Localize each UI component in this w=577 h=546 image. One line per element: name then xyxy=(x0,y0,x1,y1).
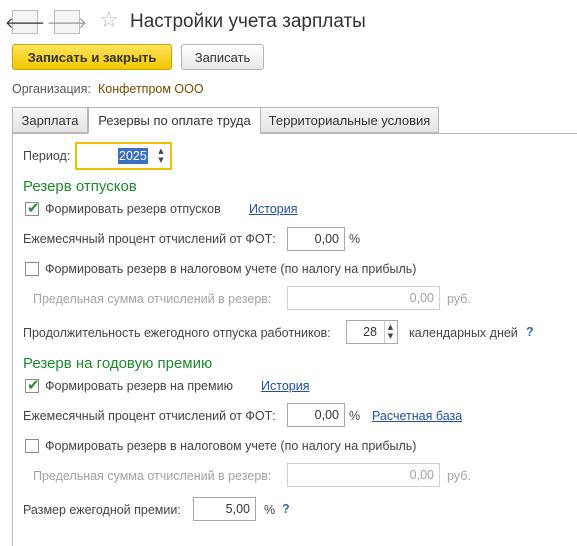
duration-spinner[interactable]: ▲ ▼ xyxy=(384,321,396,343)
bonus-history-link[interactable]: История xyxy=(261,379,309,393)
checkmark-icon: ✔ xyxy=(27,199,40,217)
bonus-tax-label: Формировать резерв в налоговом учете (по… xyxy=(45,439,417,453)
bonus-limit-input[interactable]: 0,00 xyxy=(287,463,440,487)
bonus-reserve-label: Формировать резерв на премию xyxy=(45,379,233,393)
organization-label: Организация: xyxy=(12,82,91,96)
period-spinner[interactable]: ▲ ▼ xyxy=(155,145,167,167)
vacation-percent-label: Ежемесячный процент отчислений от ФОТ: xyxy=(23,232,276,246)
bonus-limit-value: 0,00 xyxy=(409,468,434,482)
vacation-reserve-label: Формировать резерв отпусков xyxy=(45,202,221,216)
tab-salary[interactable]: Зарплата xyxy=(12,107,88,133)
spin-down-icon: ▼ xyxy=(158,156,164,164)
bonus-size-unit: % xyxy=(264,503,276,517)
bonus-tax-checkbox[interactable] xyxy=(25,439,39,453)
vacation-duration-input[interactable]: 28 ▲ ▼ xyxy=(346,320,398,344)
vacation-limit-value: 0,00 xyxy=(409,291,434,305)
bonus-percent-unit: % xyxy=(349,409,361,423)
checkmark-icon: ✔ xyxy=(27,376,40,394)
bonus-size-label: Размер ежегодной премии: xyxy=(23,503,181,517)
arrow-right-icon: 🡒 xyxy=(46,13,88,32)
arrow-left-icon: 🡐 xyxy=(4,13,46,32)
spin-up-icon: ▲ xyxy=(387,323,394,331)
organization-value: Конфетпром ООО xyxy=(98,82,204,96)
favorite-star-icon[interactable]: ☆ xyxy=(99,9,119,33)
vacation-tax-label: Формировать резерв в налоговом учете (по… xyxy=(45,262,417,276)
vacation-limit-unit: руб. xyxy=(447,292,471,306)
vacation-duration-unit: календарных дней xyxy=(409,326,518,340)
tab-reserves[interactable]: Резервы по оплате труда xyxy=(88,107,261,134)
bonus-percent-input[interactable]: 0,00 xyxy=(287,403,345,427)
bonus-section-title: Резерв на годовую премию xyxy=(23,355,213,372)
vacation-percent-unit: % xyxy=(349,232,361,246)
vacation-duration-value: 28 xyxy=(363,325,377,339)
vacation-limit-label: Предельная сумма отчислений в резерв: xyxy=(33,292,272,306)
spin-up-icon: ▲ xyxy=(158,147,164,155)
vacation-percent-value: 0,00 xyxy=(314,232,339,246)
bonus-size-input[interactable]: 5,00 xyxy=(193,497,256,521)
bonus-percent-label: Ежемесячный процент отчислений от ФОТ: xyxy=(23,409,276,423)
bonus-limit-unit: руб. xyxy=(447,469,471,483)
save-and-close-button[interactable]: Записать и закрыть xyxy=(12,44,172,70)
bonus-limit-label: Предельная сумма отчислений в резерв: xyxy=(33,469,272,483)
vacation-reserve-checkbox[interactable]: ✔ xyxy=(25,199,40,217)
calculation-base-link[interactable]: Расчетная база xyxy=(372,409,462,423)
bonus-percent-value: 0,00 xyxy=(314,408,339,422)
vacation-percent-input[interactable]: 0,00 xyxy=(287,227,345,251)
bonus-reserve-checkbox[interactable]: ✔ xyxy=(25,376,40,394)
period-value: 2025 xyxy=(118,148,148,164)
vacation-duration-label: Продолжительность ежегодного отпуска раб… xyxy=(23,326,331,340)
vacation-section-title: Резерв отпусков xyxy=(23,178,137,195)
back-button[interactable]: 🡐 xyxy=(5,10,45,34)
bonus-size-help[interactable]: ? xyxy=(282,502,290,516)
vacation-history-link[interactable]: История xyxy=(249,202,297,216)
bonus-size-value: 5,00 xyxy=(225,502,250,516)
period-field[interactable]: 2025 ▲ ▼ xyxy=(75,142,172,170)
spin-down-icon: ▼ xyxy=(387,332,394,340)
save-button[interactable]: Записать xyxy=(181,44,264,70)
vacation-duration-help[interactable]: ? xyxy=(526,325,534,339)
vacation-tax-checkbox[interactable] xyxy=(25,262,39,276)
tab-territorial[interactable]: Территориальные условия xyxy=(260,107,439,133)
period-label: Период: xyxy=(23,149,71,163)
vacation-limit-input[interactable]: 0,00 xyxy=(287,286,440,310)
page-title: Настройки учета зарплаты xyxy=(130,11,366,32)
forward-button[interactable]: 🡒 xyxy=(47,10,87,34)
